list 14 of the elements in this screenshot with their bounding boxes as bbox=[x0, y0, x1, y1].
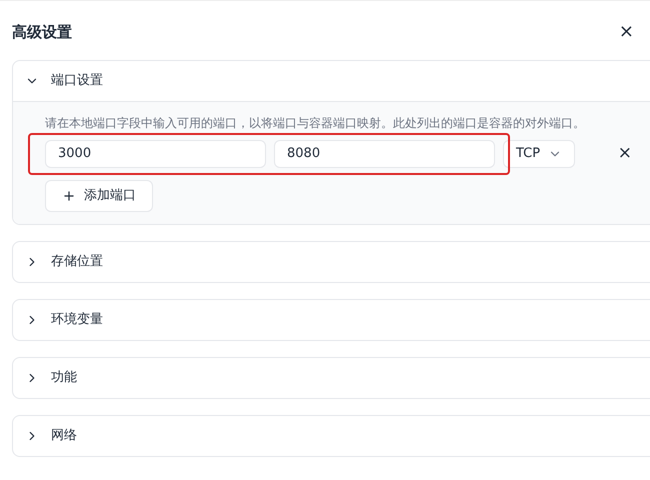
section-header[interactable]: 端口设置 bbox=[13, 60, 650, 100]
remove-port-button[interactable]: × bbox=[618, 145, 632, 162]
container-port-field[interactable]: 8080 bbox=[274, 140, 495, 168]
section-header[interactable]: 环境变量 bbox=[13, 300, 650, 340]
local-port-field[interactable]: 3000 bbox=[45, 140, 266, 168]
close-button[interactable]: × bbox=[614, 23, 638, 42]
protocol-select[interactable]: TCP bbox=[503, 140, 576, 168]
add-port-button[interactable]: 添加端口 bbox=[45, 180, 153, 212]
section-header[interactable]: 存储位置 bbox=[13, 242, 650, 282]
description-text: 请在本地端口字段中输入可用的端口，以将端口与容器端口映射。此处列出的端口是容器的对外端口。 bbox=[45, 114, 586, 132]
section-header[interactable]: 功能 bbox=[13, 358, 650, 398]
dialog-title: 高级设置 bbox=[12, 22, 72, 43]
plus-icon bbox=[62, 188, 76, 202]
section-header[interactable]: 网络 bbox=[13, 416, 650, 456]
